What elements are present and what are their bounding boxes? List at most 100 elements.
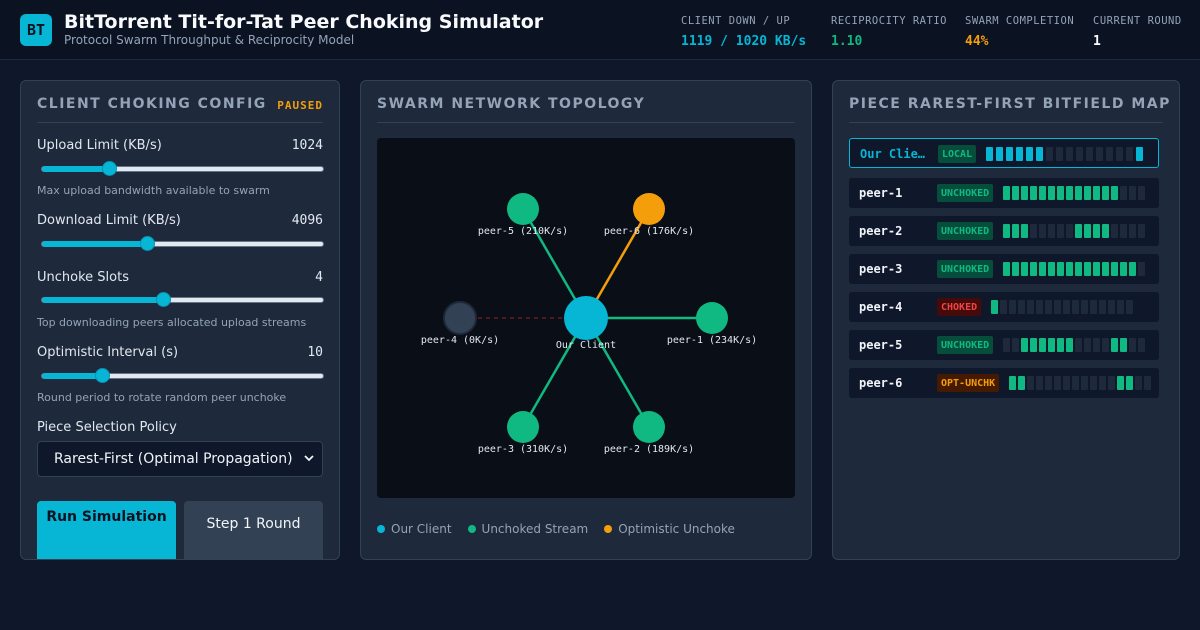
piece-bitfield — [1003, 186, 1145, 200]
run-simulation-button[interactable]: Run Simulation — [37, 501, 176, 559]
piece-have — [986, 147, 993, 161]
piece-missing — [1138, 224, 1145, 238]
peer-label: peer-4 (0K/s) — [421, 335, 499, 346]
piece-missing — [1046, 147, 1053, 161]
piece-bitfield — [1003, 262, 1145, 276]
piece-have — [1048, 262, 1055, 276]
unchoke-slots-label: Unchoke Slots — [37, 270, 129, 285]
peer-name: peer-1 — [859, 186, 903, 200]
piece-have — [1093, 186, 1100, 200]
peer-name: peer-2 — [859, 224, 903, 238]
stat-label: CURRENT ROUND — [1093, 15, 1182, 27]
slider-thumb[interactable] — [102, 161, 117, 176]
config-panel: CLIENT CHOKING CONFIG PAUSED Upload Limi… — [20, 80, 340, 560]
stat-completion: SWARM COMPLETION 44% — [965, 15, 1074, 49]
piece-have — [1026, 147, 1033, 161]
piece-missing — [1120, 224, 1127, 238]
piece-missing — [1108, 300, 1115, 314]
divider — [377, 122, 795, 123]
piece-have — [1012, 224, 1019, 238]
choke-status-badge: LOCAL — [938, 145, 977, 163]
topology-legend: Our Client Unchoked Stream Optimistic Un… — [377, 522, 735, 536]
policy-select[interactable]: Rarest-First (Optimal Propagation) — [37, 441, 323, 477]
bitfield-row-local: Our Client LOCAL — [849, 138, 1159, 168]
piece-have — [1057, 186, 1064, 200]
piece-have — [1030, 186, 1037, 200]
piece-missing — [1054, 300, 1061, 314]
peer-name: Our Client — [860, 147, 932, 161]
piece-missing — [1138, 338, 1145, 352]
piece-missing — [1072, 300, 1079, 314]
upload-limit-hint: Max upload bandwidth available to swarm — [37, 184, 270, 197]
optimistic-interval-slider[interactable] — [41, 368, 324, 383]
peer-name: peer-6 — [859, 376, 903, 390]
piece-have — [1039, 338, 1046, 352]
stat-value: 44% — [965, 34, 989, 49]
piece-have — [1003, 224, 1010, 238]
peer-node[interactable] — [443, 301, 477, 335]
piece-missing — [1056, 147, 1063, 161]
piece-have — [1111, 338, 1118, 352]
choke-status-badge: UNCHOKED — [937, 222, 994, 240]
peer-node[interactable] — [507, 411, 539, 443]
piece-have — [1102, 224, 1109, 238]
download-limit-value: 4096 — [291, 213, 323, 228]
piece-missing — [1102, 338, 1109, 352]
client-label: Our Client — [556, 340, 616, 351]
upload-limit-value: 1024 — [291, 138, 323, 153]
piece-have — [1016, 147, 1023, 161]
panel-title: SWARM NETWORK TOPOLOGY — [377, 96, 646, 112]
piece-missing — [1093, 338, 1100, 352]
client-node[interactable] — [564, 296, 608, 340]
piece-have — [1120, 262, 1127, 276]
topology-panel: SWARM NETWORK TOPOLOGY peer-5 (210K/s) p… — [360, 80, 812, 560]
piece-missing — [1027, 376, 1034, 390]
bitfield-row: peer-6 OPT-UNCHK — [849, 368, 1159, 398]
download-limit-label: Download Limit (KB/s) — [37, 213, 181, 228]
peer-node[interactable] — [696, 302, 728, 334]
piece-missing — [1116, 147, 1123, 161]
piece-missing — [1099, 300, 1106, 314]
piece-missing — [1117, 300, 1124, 314]
peer-node[interactable] — [507, 193, 539, 225]
piece-have — [1126, 376, 1133, 390]
piece-missing — [1048, 224, 1055, 238]
piece-have — [1057, 338, 1064, 352]
divider — [37, 122, 323, 123]
piece-have — [1120, 338, 1127, 352]
unchoke-slots-slider[interactable] — [41, 292, 324, 307]
piece-have — [1117, 376, 1124, 390]
piece-have — [1021, 262, 1028, 276]
slider-thumb[interactable] — [140, 236, 155, 251]
step-round-button[interactable]: Step 1 Round — [184, 501, 323, 559]
piece-missing — [1045, 300, 1052, 314]
piece-have — [1084, 262, 1091, 276]
optimistic-interval-value: 10 — [307, 345, 323, 360]
piece-missing — [1009, 300, 1016, 314]
peer-node[interactable] — [633, 193, 665, 225]
piece-have — [1009, 376, 1016, 390]
piece-bitfield — [986, 147, 1143, 161]
stat-value: 1.10 — [831, 34, 863, 49]
piece-missing — [1072, 376, 1079, 390]
piece-have — [1075, 186, 1082, 200]
optimistic-interval-hint: Round period to rotate random peer uncho… — [37, 391, 287, 404]
slider-thumb[interactable] — [95, 368, 110, 383]
bitfield-row: peer-5 UNCHOKED — [849, 330, 1159, 360]
peer-node[interactable] — [633, 411, 665, 443]
piece-have — [1084, 224, 1091, 238]
panel-title: PIECE RAREST-FIRST BITFIELD MAP — [849, 96, 1171, 112]
piece-have — [1036, 147, 1043, 161]
piece-have — [1111, 262, 1118, 276]
piece-missing — [1003, 338, 1010, 352]
piece-have — [1021, 186, 1028, 200]
piece-missing — [1027, 300, 1034, 314]
stat-reciprocity: RECIPROCITY RATIO 1.10 — [831, 15, 947, 49]
piece-have — [996, 147, 1003, 161]
upload-limit-slider[interactable] — [41, 161, 324, 176]
download-limit-slider[interactable] — [41, 236, 324, 251]
piece-missing — [1144, 376, 1151, 390]
slider-thumb[interactable] — [156, 292, 171, 307]
piece-missing — [1099, 376, 1106, 390]
stat-round: CURRENT ROUND 1 — [1093, 15, 1182, 49]
